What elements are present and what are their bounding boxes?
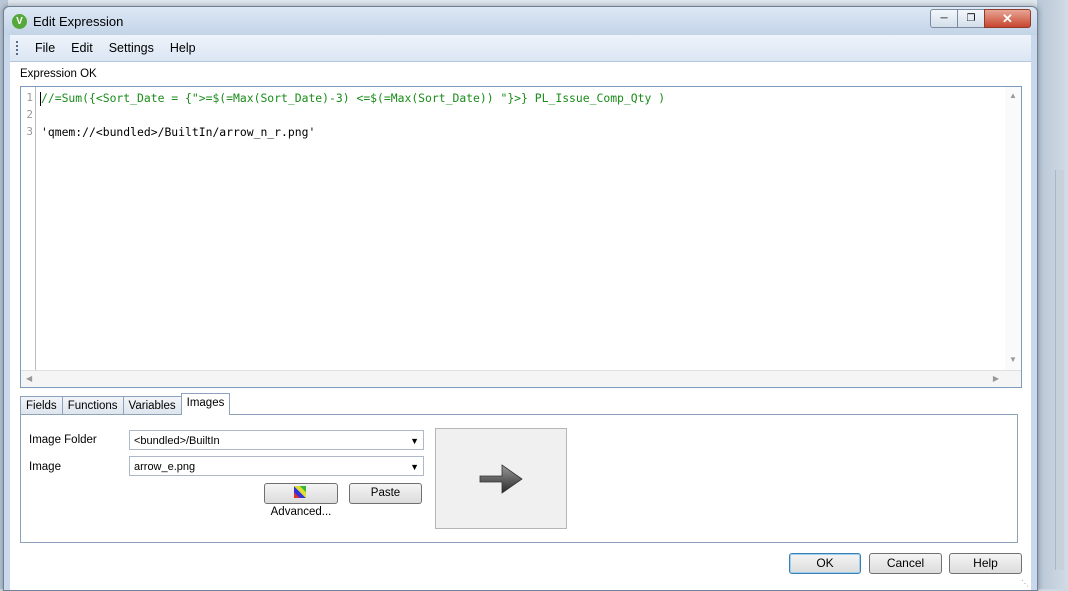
scroll-down-icon[interactable]: ▼ xyxy=(1009,355,1017,364)
scroll-right-icon[interactable]: ▶ xyxy=(993,374,999,383)
minimize-icon[interactable]: ─ xyxy=(930,9,958,28)
image-preview xyxy=(435,428,567,529)
advanced-label: Advanced... xyxy=(270,506,332,518)
image-select[interactable]: arrow_e.png ▼ xyxy=(129,456,424,476)
menu-file[interactable]: File xyxy=(27,41,63,55)
close-icon[interactable]: ✕ xyxy=(984,9,1031,28)
maximize-icon[interactable]: ❐ xyxy=(957,9,985,28)
images-panel: Image Folder <bundled>/BuiltIn ▼ Image a… xyxy=(20,414,1018,543)
menu-bar: File Edit Settings Help xyxy=(10,35,1031,62)
resize-grip-icon[interactable]: ⋱ xyxy=(1021,579,1029,588)
tab-fields[interactable]: Fields xyxy=(20,396,63,415)
image-folder-label: Image Folder xyxy=(29,434,97,446)
background-right-panel xyxy=(1037,0,1068,589)
line-number: 3 xyxy=(26,125,33,138)
window-controls: ─ ❐ ✕ xyxy=(930,9,1031,28)
cancel-button[interactable]: Cancel xyxy=(869,553,942,574)
vertical-scrollbar[interactable]: ▲ ▼ xyxy=(1005,87,1021,370)
advanced-icon xyxy=(294,486,306,498)
window-title: Edit Expression xyxy=(33,14,124,29)
dialog-client: File Edit Settings Help Expression OK 1 … xyxy=(10,35,1031,590)
title-bar[interactable]: V Edit Expression ─ ❐ ✕ xyxy=(4,7,1037,35)
chevron-down-icon[interactable]: ▼ xyxy=(410,457,419,477)
expression-editor[interactable]: 1 2 3 //=Sum({<Sort_Date = {">=$(=Max(So… xyxy=(20,86,1022,388)
menu-edit[interactable]: Edit xyxy=(63,41,101,55)
line-number-gutter: 1 2 3 xyxy=(21,87,36,370)
horizontal-scrollbar[interactable]: ◀ ▶ xyxy=(21,370,1021,387)
image-label: Image xyxy=(29,461,61,473)
paste-button[interactable]: Paste xyxy=(349,483,422,504)
qlikview-app-icon: V xyxy=(12,14,27,29)
menu-help[interactable]: Help xyxy=(162,41,204,55)
image-folder-value: <bundled>/BuiltIn xyxy=(134,435,220,447)
chevron-down-icon[interactable]: ▼ xyxy=(410,431,419,451)
line-number: 2 xyxy=(26,108,33,121)
edit-expression-dialog: V Edit Expression ─ ❐ ✕ File Edit Settin… xyxy=(3,6,1038,591)
scroll-up-icon[interactable]: ▲ xyxy=(1009,91,1017,100)
arrow-right-icon xyxy=(479,464,523,494)
code-line[interactable]: 'qmem://<bundled>/BuiltIn/arrow_n_r.png' xyxy=(41,125,315,139)
advanced-button[interactable]: Advanced... xyxy=(264,483,338,518)
ok-button[interactable]: OK xyxy=(789,553,861,574)
line-number: 1 xyxy=(26,91,33,104)
scroll-left-icon[interactable]: ◀ xyxy=(26,374,32,383)
tab-images[interactable]: Images xyxy=(180,393,231,415)
background-scrollbar xyxy=(1055,170,1064,570)
code-line[interactable]: //=Sum({<Sort_Date = {">=$(=Max(Sort_Dat… xyxy=(41,91,665,105)
menu-grip-icon xyxy=(16,41,21,55)
tab-functions[interactable]: Functions xyxy=(61,396,124,415)
tab-strip: Fields Functions Variables Images xyxy=(20,393,231,415)
tab-variables[interactable]: Variables xyxy=(122,396,182,415)
expression-status: Expression OK xyxy=(20,68,97,80)
help-button[interactable]: Help xyxy=(949,553,1022,574)
image-value: arrow_e.png xyxy=(134,461,196,473)
image-folder-select[interactable]: <bundled>/BuiltIn ▼ xyxy=(129,430,424,450)
menu-settings[interactable]: Settings xyxy=(101,41,162,55)
